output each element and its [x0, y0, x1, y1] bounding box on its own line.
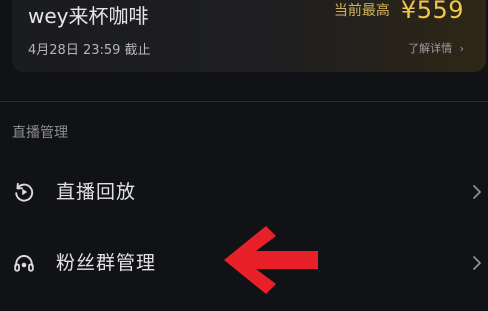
chevron-right-icon: ›	[459, 42, 464, 55]
replay-icon	[12, 180, 36, 204]
auction-card[interactable]: wey来杯咖啡 4月28日 23:59 截止 当前最高 ¥559 了解详情 ›	[12, 0, 486, 72]
price-label: 当前最高	[333, 3, 390, 19]
price-block: 当前最高 ¥559	[334, 0, 464, 24]
red-arrow-left-icon	[222, 222, 320, 298]
chevron-right-icon	[470, 181, 484, 203]
live-management-screen: wey来杯咖啡 4月28日 23:59 截止 当前最高 ¥559 了解详情 › …	[0, 0, 488, 311]
menu-item-live-replay[interactable]: 直播回放	[0, 164, 488, 220]
section-title: 直播管理	[12, 125, 68, 141]
price-value: ¥559	[400, 0, 464, 24]
detail-link-label: 了解详情	[408, 42, 453, 55]
auction-title: wey来杯咖啡	[28, 4, 149, 28]
divider	[0, 101, 488, 102]
fan-group-icon	[12, 251, 36, 275]
menu-item-label: 直播回放	[56, 181, 137, 203]
chevron-right-icon	[470, 252, 484, 274]
menu-item-label: 粉丝群管理	[56, 252, 157, 274]
detail-link[interactable]: 了解详情 ›	[408, 40, 464, 56]
auction-deadline: 4月28日 23:59 截止	[28, 43, 151, 58]
